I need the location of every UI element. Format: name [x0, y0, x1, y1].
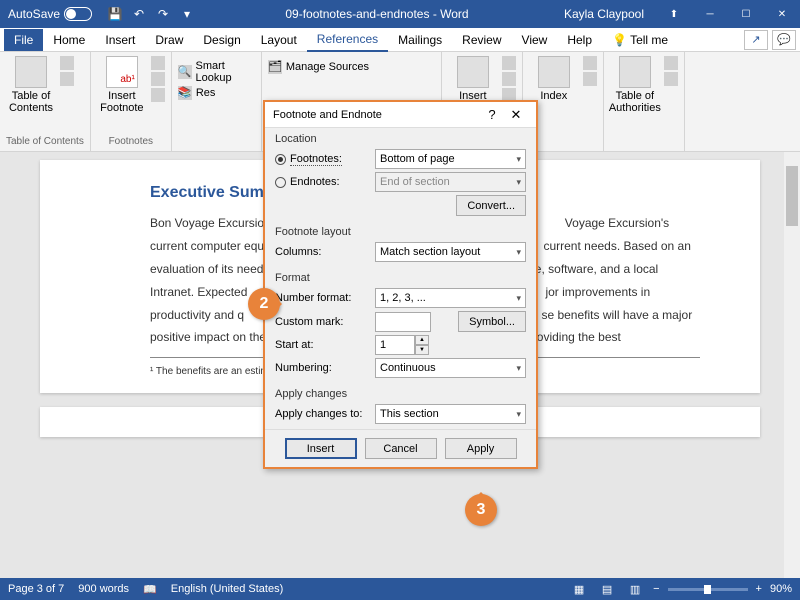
tab-review[interactable]: Review [452, 29, 511, 51]
update-table-button[interactable] [60, 72, 74, 86]
zoom-in-icon[interactable]: + [756, 583, 762, 595]
page-indicator[interactable]: Page 3 of 7 [8, 583, 64, 595]
close-icon[interactable]: ✕ [764, 0, 800, 28]
table-of-contents-button[interactable]: Table of Contents [6, 56, 56, 114]
footnote-endnote-dialog: Footnote and Endnote ? ✕ Location Footno… [263, 100, 538, 469]
numbering-combo[interactable]: Continuous▾ [375, 358, 526, 378]
manage-sources-button[interactable]: 🗂Manage Sources [268, 60, 435, 74]
spell-check-icon[interactable]: 📖 [143, 583, 157, 596]
index-button[interactable]: Index [529, 56, 579, 102]
qat-dropdown-icon[interactable]: ▾ [176, 3, 198, 25]
next-footnote-button[interactable] [151, 72, 165, 86]
tab-insert[interactable]: Insert [95, 29, 145, 51]
tab-mailings[interactable]: Mailings [388, 29, 452, 51]
user-name[interactable]: Kayla Claypool [552, 7, 656, 21]
save-icon[interactable]: 💾 [104, 3, 126, 25]
ribbon-tabs: File Home Insert Draw Design Layout Refe… [0, 28, 800, 52]
endnotes-radio[interactable] [275, 177, 286, 188]
status-bar: Page 3 of 7 900 words 📖 English (United … [0, 578, 800, 600]
maximize-icon[interactable]: ☐ [728, 0, 764, 28]
tab-file[interactable]: File [4, 29, 43, 51]
custom-mark-input[interactable] [375, 312, 431, 332]
title-bar: AutoSave 💾 ↶ ↷ ▾ 09-footnotes-and-endnot… [0, 0, 800, 28]
spin-up-icon: ▲ [415, 335, 429, 345]
ribbon-options-icon[interactable]: ⬆ [656, 0, 692, 28]
callout-2: 2 [248, 288, 280, 320]
word-count[interactable]: 900 words [78, 583, 129, 595]
table-of-authorities-button[interactable]: Table of Authorities [610, 56, 660, 114]
tell-me[interactable]: 💡 Tell me [602, 29, 678, 51]
number-format-combo[interactable]: 1, 2, 3, ...▾ [375, 288, 526, 308]
dialog-title: Footnote and Endnote [273, 109, 480, 121]
insert-footnote-button[interactable]: ab¹Insert Footnote [97, 56, 147, 114]
zoom-slider[interactable] [668, 588, 748, 591]
tab-references[interactable]: References [307, 28, 388, 52]
zoom-out-icon[interactable]: − [653, 583, 659, 595]
researcher-button[interactable]: 📚Res [178, 86, 255, 100]
document-title: 09-footnotes-and-endnotes - Word [202, 7, 552, 21]
smart-lookup-button[interactable]: 🔍Smart Lookup [178, 60, 255, 84]
footnotes-radio[interactable] [275, 154, 286, 165]
insert-tof-button[interactable] [502, 56, 516, 70]
apply-button[interactable]: Apply [445, 438, 517, 459]
insert-button[interactable]: Insert [285, 438, 357, 459]
redo-icon[interactable]: ↷ [152, 3, 174, 25]
vertical-scrollbar[interactable] [784, 152, 800, 578]
layout-heading: Footnote layout [275, 226, 526, 238]
undo-icon[interactable]: ↶ [128, 3, 150, 25]
insert-endnote-button[interactable] [151, 56, 165, 70]
cancel-button[interactable]: Cancel [365, 438, 437, 459]
autosave-toggle[interactable]: AutoSave [0, 7, 100, 21]
language-indicator[interactable]: English (United States) [171, 583, 284, 595]
apply-changes-combo[interactable]: This section▾ [375, 404, 526, 424]
web-layout-icon[interactable]: ▥ [625, 581, 645, 597]
format-heading: Format [275, 272, 526, 284]
symbol-button[interactable]: Symbol... [458, 311, 526, 332]
show-notes-button[interactable] [151, 88, 165, 102]
endnotes-location-combo: End of section▾ [375, 172, 526, 192]
comments-icon[interactable]: 💬 [772, 30, 796, 50]
tab-help[interactable]: Help [557, 29, 602, 51]
tab-layout[interactable]: Layout [251, 29, 307, 51]
zoom-level[interactable]: 90% [770, 583, 792, 595]
apply-heading: Apply changes [275, 388, 526, 400]
footnotes-location-combo[interactable]: Bottom of page▾ [375, 149, 526, 169]
update-tof-button[interactable] [502, 72, 516, 86]
dialog-close-icon[interactable]: ✕ [504, 107, 528, 123]
share-icon[interactable]: ↗ [744, 30, 768, 50]
dialog-help-icon[interactable]: ? [480, 107, 504, 122]
tab-view[interactable]: View [512, 29, 558, 51]
spin-down-icon: ▼ [415, 345, 429, 355]
tab-design[interactable]: Design [193, 29, 250, 51]
columns-combo[interactable]: Match section layout▾ [375, 242, 526, 262]
location-heading: Location [275, 133, 526, 145]
convert-button[interactable]: Convert... [456, 195, 526, 216]
tab-draw[interactable]: Draw [145, 29, 193, 51]
quick-access-toolbar: 💾 ↶ ↷ ▾ [100, 3, 202, 25]
callout-3: 3 [465, 494, 497, 526]
print-layout-icon[interactable]: ▤ [597, 581, 617, 597]
add-text-button[interactable] [60, 56, 74, 70]
minimize-icon[interactable]: ─ [692, 0, 728, 28]
start-at-spinner[interactable]: ▲▼ [375, 335, 429, 355]
read-mode-icon[interactable]: ▦ [569, 581, 589, 597]
tab-home[interactable]: Home [43, 29, 95, 51]
